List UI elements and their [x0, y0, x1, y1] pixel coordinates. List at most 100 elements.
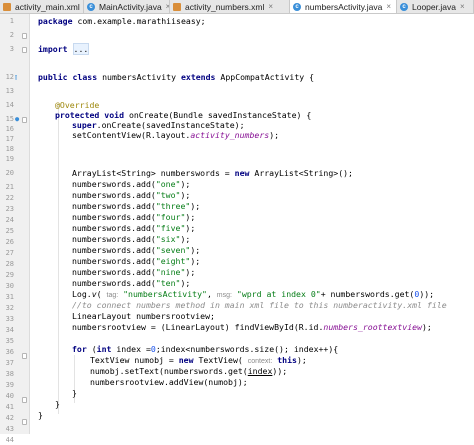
code-text: .onCreate(savedInstanceState); [97, 120, 245, 130]
line-number: 39 [0, 381, 14, 390]
string-literal: "seven" [156, 245, 191, 255]
code-text: numberswords.add( [72, 245, 156, 255]
line-number: 13 [0, 87, 14, 96]
code-text: numberswords.add( [72, 190, 156, 200]
code-line-add: numberswords.add("eight"); [72, 257, 200, 266]
line-number: 42 [0, 414, 14, 423]
code-text: numberswords.add( [72, 256, 156, 266]
line-number: 16 [0, 125, 14, 134]
fold-toggle-icon[interactable] [22, 117, 27, 123]
code-text: com.example.marathiiseasy; [73, 16, 206, 26]
keyword: new [179, 355, 194, 365]
code-line-add: numberswords.add("five"); [72, 224, 195, 233]
annotation: @Override [55, 100, 99, 110]
param-hint: tag: [107, 292, 119, 299]
string-literal: "two" [156, 190, 181, 200]
code-line-add: numberswords.add("two"); [72, 191, 190, 200]
code-text: } [38, 410, 43, 420]
keyword: import [38, 44, 68, 54]
tab-label: numbersActivity.java [305, 2, 382, 12]
code-text: numberswords.add( [72, 223, 156, 233]
line-number: 18 [0, 145, 14, 154]
line-number: 29 [0, 271, 14, 280]
line-number: 23 [0, 205, 14, 214]
code-text: numbersrootview.addView(numobj); [90, 377, 248, 387]
line-number: 41 [0, 403, 14, 412]
code-text: numberswords.add( [72, 201, 156, 211]
line-number: 3 [0, 45, 14, 54]
code-line-add: numberswords.add("seven"); [72, 246, 200, 255]
code-text: )); [419, 289, 434, 299]
code-line-settext: numobj.setText(numberswords.get(index)); [90, 367, 287, 376]
code-line-class-decl: public class numbersActivity extends App… [38, 73, 314, 82]
fold-toggle-icon[interactable] [22, 353, 27, 359]
editor-tab-bar: activity_main.xml × c MainActivity.java … [0, 0, 474, 14]
fold-toggle-icon[interactable] [22, 397, 27, 403]
line-number-gutter: 1 2 3 12 13 14 15 16 17 18 19 20 21 22 2… [0, 14, 30, 434]
code-text: ); [297, 355, 307, 365]
string-literal: "five" [156, 223, 186, 233]
keyword: this [272, 355, 297, 365]
code-text: } [55, 399, 60, 409]
code-text: setContentView(R.layout. [72, 130, 190, 140]
variable-ref: index [248, 366, 273, 376]
line-number: 15 [0, 115, 14, 124]
string-literal: "three" [156, 201, 191, 211]
code-line-package: package com.example.marathiiseasy; [38, 17, 206, 26]
code-text: ); [180, 190, 190, 200]
code-text: ;index<numberswords.size(); index++){ [156, 344, 338, 354]
fold-toggle-icon[interactable] [22, 47, 27, 53]
keyword: int [97, 344, 112, 354]
tab-numbersactivity-java[interactable]: c numbersActivity.java × [290, 0, 397, 13]
line-number: 36 [0, 348, 14, 357]
string-literal: "ten" [156, 278, 181, 288]
tab-activity-numbers-xml[interactable]: activity_numbers.xml × [170, 0, 290, 13]
tab-label: activity_main.xml [15, 2, 80, 12]
override-method-icon[interactable]: ● [15, 115, 19, 124]
line-number: 17 [0, 135, 14, 144]
code-line-textview: TextView numobj = new TextView( context:… [90, 356, 307, 365]
param-hint: context: [248, 358, 273, 365]
code-text: numberswords.add( [72, 212, 156, 222]
line-number: 14 [0, 101, 14, 110]
code-text: } [72, 388, 77, 398]
tab-mainactivity-java[interactable]: c MainActivity.java × [84, 0, 170, 13]
close-tab-icon[interactable]: × [268, 2, 273, 11]
tab-looper-java[interactable]: c Looper.java × [397, 0, 474, 13]
keyword: for [72, 344, 87, 354]
line-number: 30 [0, 282, 14, 291]
code-text: ); [422, 322, 432, 332]
string-literal: "six" [156, 234, 181, 244]
line-number: 21 [0, 183, 14, 192]
code-line-arraylist: ArrayList<String> numberswords = new Arr… [72, 169, 353, 178]
indent-guide [58, 104, 59, 414]
line-number: 2 [0, 31, 14, 40]
tab-activity-main-xml[interactable]: activity_main.xml × [0, 0, 84, 13]
line-number: 22 [0, 194, 14, 203]
line-number: 19 [0, 155, 14, 164]
line-number: 12 [0, 73, 14, 82]
keyword: public class [38, 72, 97, 82]
code-text: , [207, 289, 217, 299]
folded-imports[interactable]: ... [73, 43, 90, 55]
code-text: ); [180, 234, 190, 244]
close-tab-icon[interactable]: × [386, 2, 391, 11]
close-tab-icon[interactable]: × [460, 2, 465, 11]
code-text: ); [185, 267, 195, 277]
code-line-findviewbyid: numbersrootview = (LinearLayout) findVie… [72, 323, 432, 332]
code-line-close-for: } [72, 389, 77, 398]
line-number: 37 [0, 359, 14, 368]
code-line-add: numberswords.add("six"); [72, 235, 190, 244]
code-line-for-loop: for (int index =0;index<numberswords.siz… [72, 345, 338, 354]
code-line-setcontentview: setContentView(R.layout.activity_numbers… [72, 131, 279, 140]
code-line-add: numberswords.add("ten"); [72, 279, 190, 288]
class-hierarchy-icon[interactable]: ▯ [14, 73, 18, 82]
java-class-icon: c [400, 3, 408, 11]
code-text: ); [180, 278, 190, 288]
code-text: onCreate(Bundle savedInstanceState) { [124, 110, 311, 120]
fold-toggle-icon[interactable] [22, 33, 27, 39]
string-literal: "numbersActivity" [118, 289, 207, 299]
code-text: ); [190, 245, 200, 255]
fold-toggle-icon[interactable] [22, 419, 27, 425]
code-line-add: numberswords.add("one"); [72, 180, 190, 189]
